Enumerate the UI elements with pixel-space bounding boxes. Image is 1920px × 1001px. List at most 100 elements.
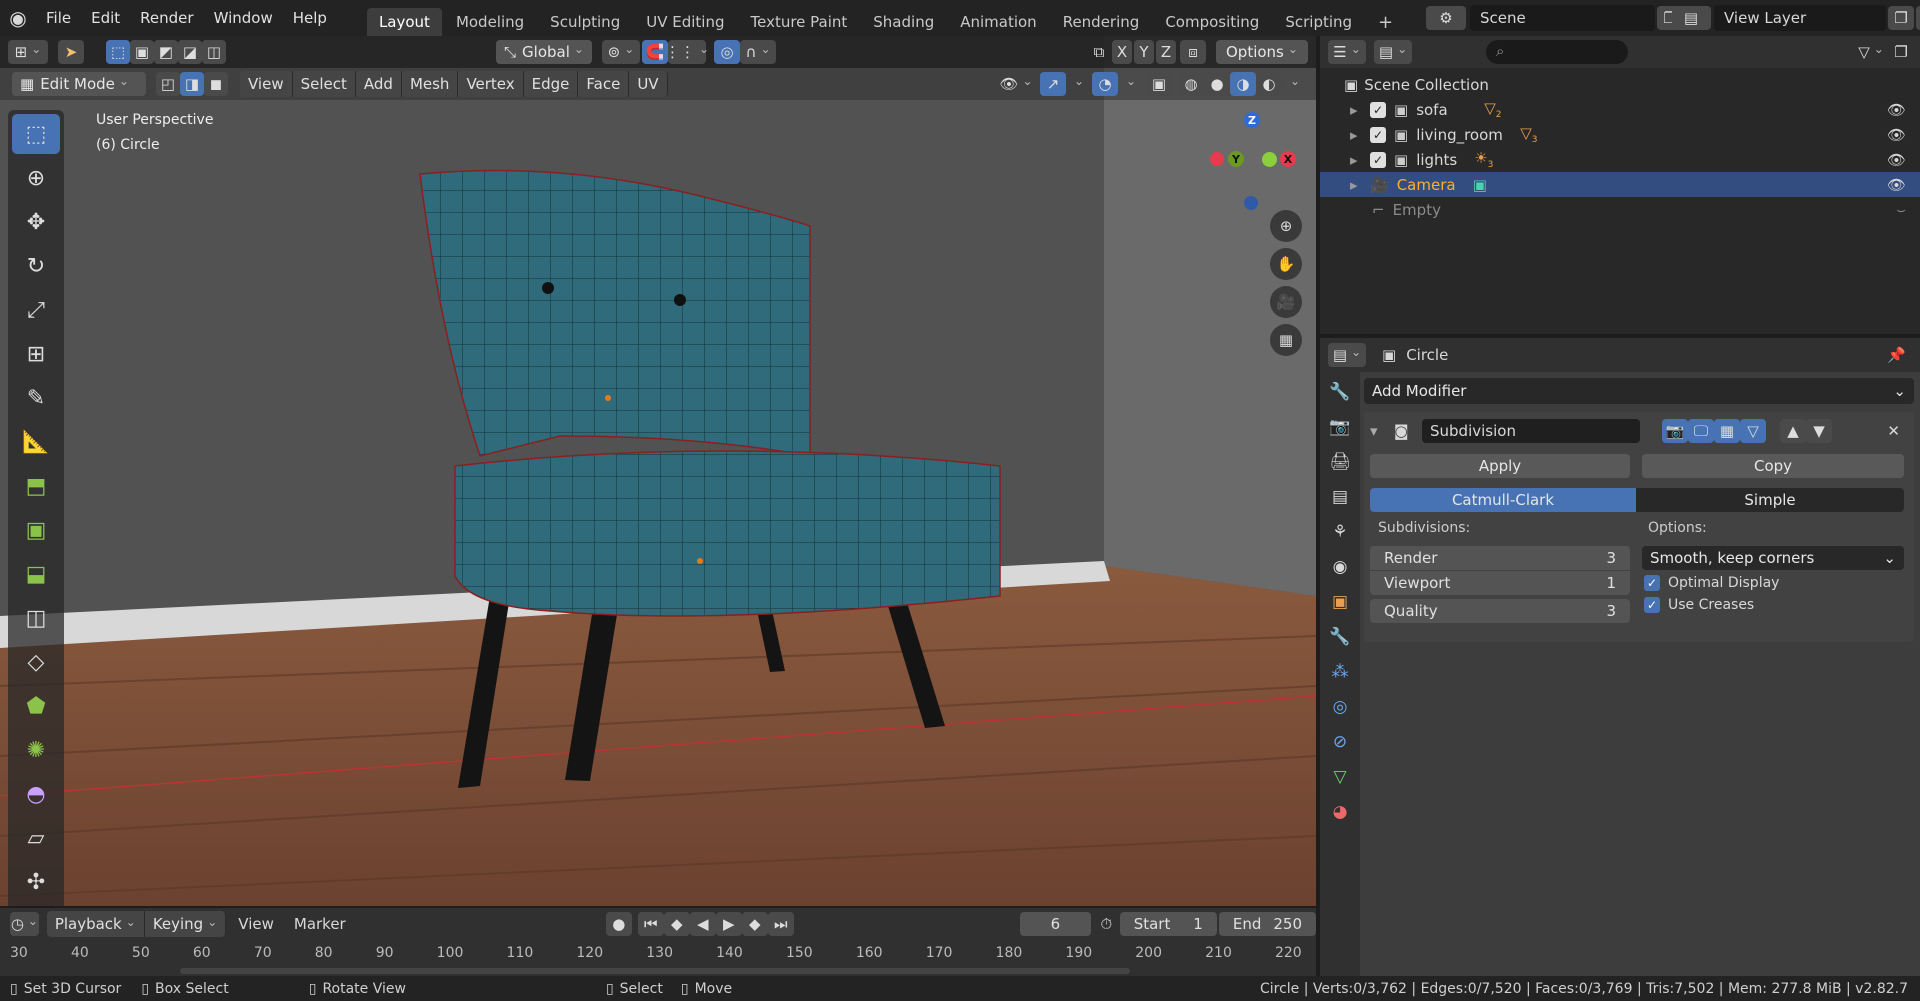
exclude-checkbox[interactable]: ✓: [1370, 101, 1386, 118]
object-tab-icon[interactable]: ▣: [1324, 586, 1356, 618]
timeline-scrollbar[interactable]: [180, 968, 1130, 974]
gizmo-x-axis[interactable]: X: [1280, 151, 1296, 167]
scene-collection-row[interactable]: ▣ Scene Collection: [1320, 72, 1920, 97]
pan-hand-icon[interactable]: ✋: [1270, 248, 1302, 280]
gizmo-neg-z-axis[interactable]: [1244, 196, 1258, 210]
render-levels-field[interactable]: Render 3: [1370, 546, 1630, 570]
prev-keyframe-icon[interactable]: ◆: [663, 912, 690, 936]
menu-help[interactable]: Help: [283, 9, 337, 27]
topology-mirror-icon[interactable]: ⧈: [1180, 40, 1206, 64]
outliner-row-empty[interactable]: ⌐ Empty ⌣: [1320, 197, 1920, 222]
end-frame-field[interactable]: End 250: [1218, 912, 1316, 936]
apply-button[interactable]: Apply: [1370, 454, 1630, 478]
gizmo-z-axis[interactable]: Z: [1244, 112, 1260, 128]
rendered-shading-icon[interactable]: ◐: [1256, 72, 1282, 96]
view-layer-tab-icon[interactable]: ▤: [1324, 481, 1356, 513]
measure-tool-icon[interactable]: 📐: [12, 422, 60, 462]
cage-toggle-icon[interactable]: ▽: [1740, 419, 1766, 443]
falloff-icon[interactable]: ∩: [740, 40, 776, 64]
tab-modeling[interactable]: Modeling: [444, 8, 536, 36]
shading-options-icon[interactable]: [1282, 72, 1304, 96]
smooth-tool-icon[interactable]: ◓: [12, 774, 60, 814]
menu-select[interactable]: Select: [292, 71, 356, 97]
mirror-z-toggle[interactable]: Z: [1156, 40, 1176, 64]
select-intersect-icon[interactable]: ◫: [202, 40, 226, 64]
visibility-eye-icon[interactable]: 👁: [1887, 176, 1906, 194]
shear-tool-icon[interactable]: ▱: [12, 818, 60, 858]
tab-layout[interactable]: Layout: [366, 8, 442, 36]
pin-icon[interactable]: 📌: [1887, 346, 1906, 364]
particles-tab-icon[interactable]: ⁂: [1324, 656, 1356, 688]
menu-marker[interactable]: Marker: [294, 915, 346, 933]
menu-mesh[interactable]: Mesh: [401, 71, 459, 97]
select-extend-icon[interactable]: ▣: [130, 40, 154, 64]
zoom-icon[interactable]: ⊕: [1270, 210, 1302, 242]
visibility-eye-icon[interactable]: 👁: [1887, 151, 1906, 169]
wireframe-shading-icon[interactable]: ◍: [1178, 72, 1204, 96]
outliner-editor-icon[interactable]: ☰: [1328, 40, 1366, 64]
tab-sculpting[interactable]: Sculpting: [538, 8, 632, 36]
loop-cut-tool-icon[interactable]: ◫: [12, 598, 60, 638]
menu-add[interactable]: Add: [355, 71, 402, 97]
jump-end-icon[interactable]: ⏭: [767, 912, 794, 936]
move-tool-icon[interactable]: ✥: [12, 202, 60, 242]
display-mode-icon[interactable]: ▤: [1374, 40, 1412, 64]
knife-tool-icon[interactable]: ◇: [12, 642, 60, 682]
snap-target-icon[interactable]: ⋮⋮: [665, 40, 706, 64]
vertex-select-icon[interactable]: ◰: [156, 72, 180, 96]
editor-type-icon[interactable]: ⊞: [8, 40, 48, 64]
proportional-edit-icon[interactable]: ◎: [714, 40, 740, 64]
copy-button[interactable]: Copy: [1642, 454, 1904, 478]
new-collection-icon[interactable]: ❐: [1890, 40, 1912, 64]
xray-toggle-icon[interactable]: ▣: [1146, 72, 1172, 96]
tab-shading[interactable]: Shading: [861, 8, 946, 36]
physics-tab-icon[interactable]: ◎: [1324, 691, 1356, 723]
menu-file[interactable]: File: [36, 9, 81, 27]
3d-viewport[interactable]: ⊞ ➤ ⬚ ▣ ◩ ◪ ◫ ⤡Global ⊚ 🧲 ⋮⋮ ◎ ∩ ⧉ X Y Z…: [0, 36, 1316, 906]
render-toggle-icon[interactable]: 📷: [1662, 419, 1688, 443]
extrude-tool-icon[interactable]: ⬒: [12, 466, 60, 506]
scene-tab-icon[interactable]: ⚘: [1324, 516, 1356, 548]
pivot-point-icon[interactable]: ⊚: [602, 40, 640, 64]
menu-edge[interactable]: Edge: [523, 71, 579, 97]
optimal-display-checkbox[interactable]: ✓: [1644, 575, 1660, 591]
outliner-row-sofa[interactable]: ▸ ✓ ▣ sofa ▽2 👁: [1320, 97, 1920, 122]
timeline-editor-icon[interactable]: ◷: [10, 912, 39, 936]
simple-button[interactable]: Simple: [1636, 488, 1904, 512]
exclude-checkbox[interactable]: ✓: [1370, 151, 1386, 168]
material-shading-icon[interactable]: ◑: [1230, 72, 1256, 96]
tab-animation[interactable]: Animation: [948, 8, 1048, 36]
options-dropdown[interactable]: Options: [1216, 40, 1308, 64]
menu-timeline-view[interactable]: View: [238, 915, 274, 933]
tool-tab-icon[interactable]: 🔧: [1324, 376, 1356, 408]
scene-name-field[interactable]: Scene: [1470, 5, 1655, 31]
menu-face[interactable]: Face: [578, 71, 630, 97]
select-tool-icon[interactable]: ➤: [58, 40, 84, 64]
data-tab-icon[interactable]: ▽: [1324, 761, 1356, 793]
ortho-grid-icon[interactable]: ▦: [1270, 324, 1302, 356]
properties-editor-icon[interactable]: ▤: [1328, 343, 1366, 367]
filter-icon[interactable]: ▽: [1852, 40, 1890, 64]
scene-icon[interactable]: ⚙: [1426, 6, 1466, 30]
mode-dropdown[interactable]: ▦ Edit Mode: [12, 72, 146, 96]
gizmo-toggle-icon[interactable]: ↗: [1040, 72, 1066, 96]
gizmo-options-icon[interactable]: [1066, 72, 1088, 96]
transform-tool-icon[interactable]: ⊞: [12, 334, 60, 374]
play-icon[interactable]: ▶: [715, 912, 742, 936]
expand-arrow-icon[interactable]: ▸: [1350, 176, 1370, 194]
use-creases-row[interactable]: ✓ Use Creases: [1642, 597, 1904, 613]
render-tab-icon[interactable]: 📷: [1324, 411, 1356, 443]
visibility-eye-icon[interactable]: 👁: [1887, 101, 1906, 119]
visibility-icon[interactable]: 👁: [996, 72, 1036, 96]
expand-arrow-icon[interactable]: ▸: [1350, 151, 1370, 169]
start-frame-field[interactable]: Start 1: [1119, 912, 1217, 936]
scale-tool-icon[interactable]: ⤢: [12, 290, 60, 330]
outliner-row-living-room[interactable]: ▸ ✓ ▣ living_room ▽3 👁: [1320, 122, 1920, 147]
quality-field[interactable]: Quality 3: [1370, 599, 1630, 623]
face-select-icon[interactable]: ◼: [204, 72, 228, 96]
box-select-tool-icon[interactable]: ⬚: [12, 114, 60, 154]
expand-arrow-icon[interactable]: ▸: [1350, 101, 1370, 119]
material-tab-icon[interactable]: ◕: [1324, 796, 1356, 828]
menu-render[interactable]: Render: [130, 9, 203, 27]
rip-tool-icon[interactable]: ✣: [12, 862, 60, 902]
